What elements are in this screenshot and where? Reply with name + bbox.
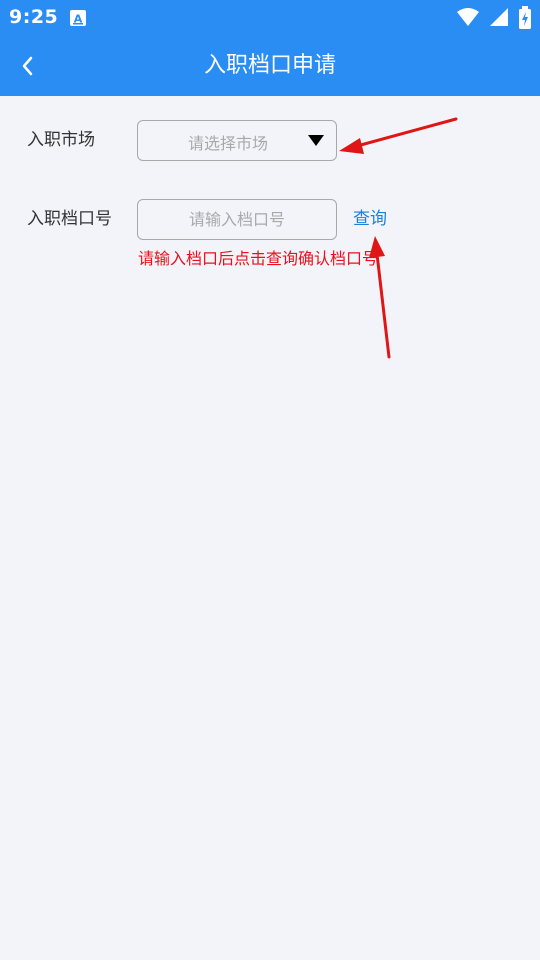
query-button[interactable]: 查询 [353,208,387,230]
status-bar: 9:25 A [0,0,540,36]
stall-number-input[interactable] [137,199,337,240]
signal-icon [490,8,508,26]
page-title: 入职档口申请 [203,53,336,78]
app-bar: 入职档口申请 [0,36,540,96]
status-time: 9:25 [9,6,59,28]
market-label: 入职市场 [27,130,95,150]
caret-down-icon [308,135,324,146]
a-icon: A [70,10,86,26]
annotation-arrow-to-select [339,117,458,154]
wifi-icon [457,8,479,26]
market-placeholder: 请选择市场 [187,134,268,153]
stall-hint: 请输入档口后点击查询确认档口号 [138,249,379,268]
battery-charging-icon [519,6,531,29]
stall-label: 入职档口号 [27,209,112,229]
market-select[interactable]: 请选择市场 [137,120,337,161]
